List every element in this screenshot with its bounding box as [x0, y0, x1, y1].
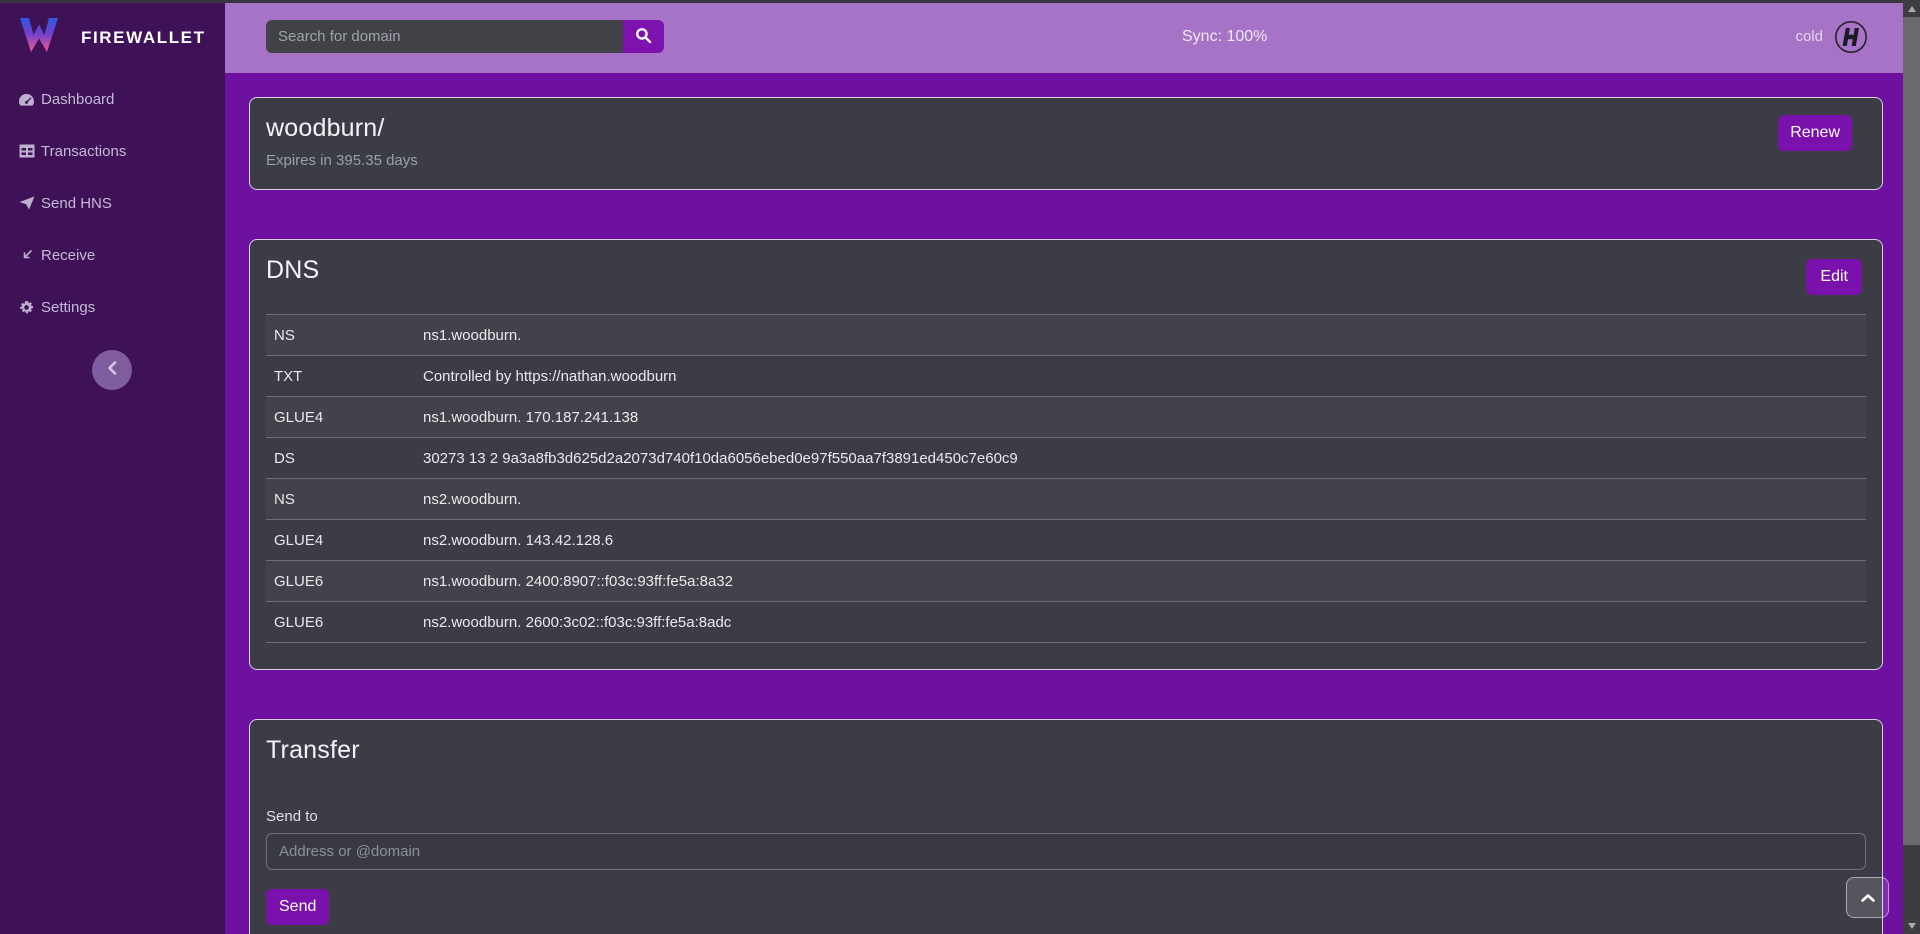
table-row: DS 30273 13 2 9a3a8fb3d625d2a2073d740f10…: [266, 438, 1866, 479]
vertical-scrollbar[interactable]: [1903, 0, 1920, 934]
window-top-edge: [0, 0, 1920, 3]
record-type: NS: [266, 479, 415, 520]
sidebar-item-label: Transactions: [41, 143, 126, 160]
sidebar-nav: Dashboard Transactions Send HNS Receive …: [0, 73, 225, 333]
scroll-to-top-button[interactable]: [1846, 877, 1889, 918]
transfer-address-input[interactable]: [266, 833, 1866, 870]
sync-status: Sync: 100%: [1182, 0, 1267, 73]
search-input[interactable]: [266, 20, 623, 53]
edit-dns-button[interactable]: Edit: [1806, 259, 1862, 295]
scrollbar-up-arrow-icon[interactable]: [1903, 0, 1920, 17]
main-content: woodburn/ Expires in 395.35 days Renew D…: [225, 73, 1920, 934]
chevron-up-icon: [1861, 889, 1875, 907]
chevron-left-icon: [107, 361, 117, 380]
table-row: GLUE4 ns2.woodburn. 143.42.128.6: [266, 520, 1866, 561]
scrollbar-thumb[interactable]: [1903, 17, 1920, 845]
sidebar-item-label: Send HNS: [41, 195, 112, 212]
receive-icon: [17, 248, 36, 262]
record-value: ns2.woodburn. 143.42.128.6: [415, 520, 1866, 561]
send-to-label: Send to: [266, 808, 1866, 825]
record-type: GLUE4: [266, 520, 415, 561]
dns-records-table: NS ns1.woodburn. TXT Controlled by https…: [266, 314, 1866, 643]
dashboard-icon: [17, 92, 36, 107]
transfer-card: Transfer Send to Send: [249, 719, 1883, 934]
record-value: ns2.woodburn. 2600:3c02::f03c:93ff:fe5a:…: [415, 602, 1866, 643]
table-row: GLUE6 ns2.woodburn. 2600:3c02::f03c:93ff…: [266, 602, 1866, 643]
dns-title: DNS: [266, 256, 1866, 285]
search-button[interactable]: [623, 20, 664, 53]
wallet-indicator: cold: [1795, 0, 1868, 73]
record-value: ns1.woodburn.: [415, 315, 1866, 356]
record-type: TXT: [266, 356, 415, 397]
domain-title: woodburn/: [266, 114, 1866, 143]
domain-card: woodburn/ Expires in 395.35 days Renew: [249, 97, 1883, 190]
sidebar-item-label: Receive: [41, 247, 95, 264]
sidebar-item-send-hns[interactable]: Send HNS: [0, 177, 225, 229]
sidebar-item-dashboard[interactable]: Dashboard: [0, 73, 225, 125]
table-row: NS ns1.woodburn.: [266, 315, 1866, 356]
sidebar-item-label: Settings: [41, 299, 95, 316]
renew-button[interactable]: Renew: [1778, 115, 1852, 151]
brand-name: FIREWALLET: [81, 28, 206, 48]
record-value: 30273 13 2 9a3a8fb3d625d2a2073d740f10da6…: [415, 438, 1866, 479]
dns-card: DNS Edit NS ns1.woodburn. TXT Controlled…: [249, 239, 1883, 670]
table-row: TXT Controlled by https://nathan.woodbur…: [266, 356, 1866, 397]
record-type: GLUE4: [266, 397, 415, 438]
settings-icon: [17, 300, 36, 315]
record-type: DS: [266, 438, 415, 479]
record-value: ns1.woodburn. 170.187.241.138: [415, 397, 1866, 438]
wallet-name: cold: [1795, 28, 1823, 45]
brand: FIREWALLET: [0, 0, 225, 58]
sidebar-item-label: Dashboard: [41, 91, 114, 108]
send-button[interactable]: Send: [266, 889, 329, 925]
handshake-icon[interactable]: [1834, 20, 1868, 54]
sidebar-item-receive[interactable]: Receive: [0, 229, 225, 281]
scrollbar-down-arrow-icon[interactable]: [1903, 917, 1920, 934]
transfer-title: Transfer: [266, 736, 1866, 765]
table-row: NS ns2.woodburn.: [266, 479, 1866, 520]
record-type: GLUE6: [266, 561, 415, 602]
domain-search: [266, 20, 664, 53]
record-value: ns1.woodburn. 2400:8907::f03c:93ff:fe5a:…: [415, 561, 1866, 602]
firewallet-logo-icon: [19, 17, 59, 58]
sidebar: FIREWALLET Dashboard Transactions Send H…: [0, 0, 225, 934]
record-value: ns2.woodburn.: [415, 479, 1866, 520]
sidebar-item-settings[interactable]: Settings: [0, 281, 225, 333]
sidebar-item-transactions[interactable]: Transactions: [0, 125, 225, 177]
table-row: GLUE4 ns1.woodburn. 170.187.241.138: [266, 397, 1866, 438]
send-icon: [17, 196, 36, 210]
search-icon: [635, 27, 652, 47]
record-type: NS: [266, 315, 415, 356]
record-value: Controlled by https://nathan.woodburn: [415, 356, 1866, 397]
table-row: GLUE6 ns1.woodburn. 2400:8907::f03c:93ff…: [266, 561, 1866, 602]
transactions-icon: [17, 144, 36, 158]
record-type: GLUE6: [266, 602, 415, 643]
sidebar-collapse-button[interactable]: [92, 350, 132, 390]
topbar: Sync: 100% cold: [225, 0, 1920, 73]
domain-expiry: Expires in 395.35 days: [266, 152, 1866, 169]
